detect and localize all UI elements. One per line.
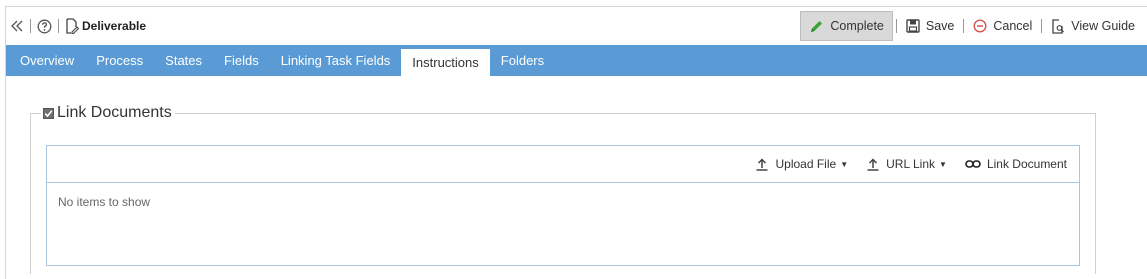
help-circle-icon[interactable]: [37, 19, 52, 34]
toolbar-divider: [1041, 19, 1043, 33]
empty-state-text: No items to show: [58, 195, 151, 209]
tab-overview[interactable]: Overview: [9, 45, 85, 76]
chevron-down-icon: ▼: [840, 159, 849, 169]
toolbar-divider: [963, 19, 965, 33]
tab-process[interactable]: Process: [85, 45, 154, 76]
chevron-down-icon: ▼: [939, 159, 947, 169]
pencil-icon: [811, 20, 823, 32]
tab-instructions[interactable]: Instructions: [401, 49, 490, 76]
toolbar-divider: [895, 19, 897, 33]
tab-fields[interactable]: Fields: [213, 45, 270, 76]
link-documents-legend: Link Documents: [41, 104, 175, 122]
save-icon: [906, 19, 920, 33]
upload-file-label: Upload File: [775, 157, 837, 171]
tab-bar: Overview Process States Fields Linking T…: [6, 45, 1147, 76]
upload-icon: [756, 158, 768, 171]
toolbar-divider: [30, 19, 31, 33]
complete-button[interactable]: Complete: [800, 11, 893, 41]
cancel-icon: [973, 19, 987, 33]
document-panel: Deliverable Complete Save Cancel View Gu…: [5, 6, 1147, 279]
double-chevron-left-icon[interactable]: [10, 19, 24, 33]
page-title: Deliverable: [82, 19, 147, 33]
cancel-label: Cancel: [993, 19, 1033, 33]
toolbar-left-group: Deliverable: [6, 7, 146, 45]
link-documents-section: Link Documents Upload File ▼ URL Link ▼ …: [30, 104, 1096, 274]
top-toolbar: Deliverable Complete Save Cancel View Gu…: [6, 7, 1147, 45]
upload-file-button[interactable]: Upload File ▼: [755, 157, 848, 171]
link-documents-title: Link Documents: [57, 104, 172, 121]
complete-label: Complete: [830, 19, 884, 33]
view-guide-button[interactable]: View Guide: [1045, 11, 1141, 41]
link-document-label: Link Document: [986, 157, 1067, 171]
page-title-group: Deliverable: [65, 18, 146, 34]
documents-grid: Upload File ▼ URL Link ▼ Link Document N…: [46, 145, 1080, 266]
link-documents-checkbox[interactable]: [43, 107, 54, 119]
tab-folders[interactable]: Folders: [490, 45, 555, 76]
upload-icon: [867, 158, 879, 171]
toolbar-divider: [58, 19, 59, 33]
cancel-button[interactable]: Cancel: [967, 11, 1038, 41]
document-edit-icon: [65, 18, 79, 34]
grid-toolbar: Upload File ▼ URL Link ▼ Link Document: [47, 146, 1079, 183]
guide-search-icon: [1052, 18, 1065, 34]
tab-linking-task-fields[interactable]: Linking Task Fields: [270, 45, 402, 76]
link-document-button[interactable]: Link Document: [965, 157, 1067, 171]
chain-link-icon: [965, 160, 981, 168]
save-label: Save: [925, 19, 955, 33]
toolbar-actions: Complete Save Cancel View Guide: [800, 7, 1147, 45]
url-link-button[interactable]: URL Link ▼: [866, 157, 947, 171]
checkmark-icon: [44, 109, 53, 117]
view-guide-label: View Guide: [1071, 19, 1135, 33]
save-button[interactable]: Save: [900, 11, 961, 41]
tab-states[interactable]: States: [154, 45, 213, 76]
url-link-label: URL Link: [886, 157, 936, 171]
